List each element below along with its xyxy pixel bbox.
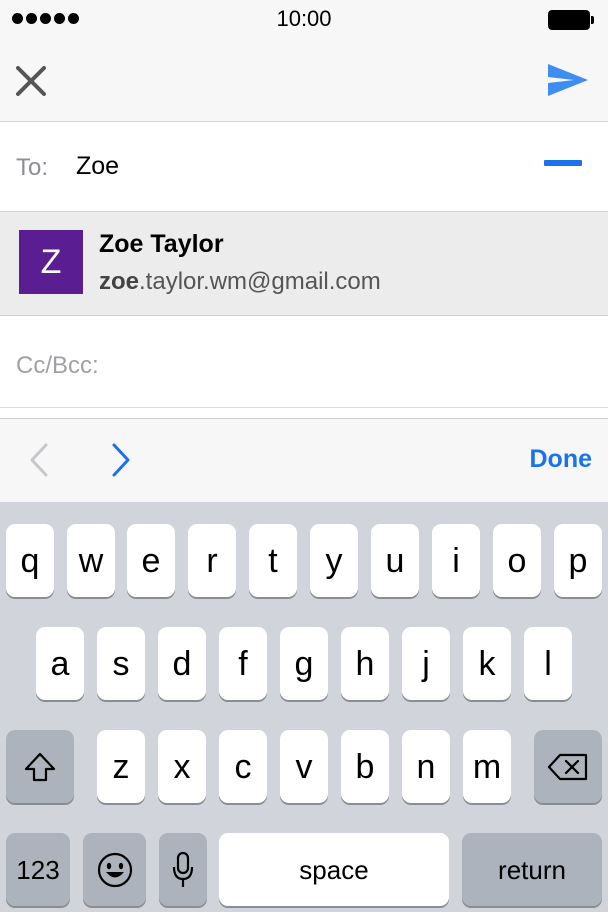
email-rest-text: .taylor.wm@gmail.com <box>139 268 381 295</box>
key-b[interactable]: b <box>341 730 389 803</box>
key-a[interactable]: a <box>36 627 84 700</box>
chevron-right-icon <box>112 443 130 477</box>
emoji-key[interactable] <box>83 833 146 906</box>
keyboard: q w e r t y u i o p a s d f g h j k l z … <box>0 502 608 912</box>
email-match-text: zoe <box>99 268 140 295</box>
battery-icon <box>548 10 594 30</box>
close-x-icon <box>16 66 46 96</box>
key-u[interactable]: u <box>371 524 419 597</box>
status-time: 10:00 <box>276 6 332 31</box>
key-k[interactable]: k <box>463 627 511 700</box>
key-v[interactable]: v <box>280 730 328 803</box>
key-j[interactable]: j <box>402 627 450 700</box>
keyboard-accessory-toolbar: Done <box>0 418 608 502</box>
key-x[interactable]: x <box>158 730 206 803</box>
contact-email: zoe.taylor.wm@gmail.com <box>99 268 381 296</box>
key-n[interactable]: n <box>402 730 450 803</box>
key-z[interactable]: z <box>97 730 145 803</box>
compose-nav-bar <box>0 40 608 122</box>
cc-bcc-field-row[interactable]: Cc/Bcc: <box>0 316 608 408</box>
key-d[interactable]: d <box>158 627 206 700</box>
delete-key[interactable] <box>534 730 602 803</box>
key-e[interactable]: e <box>127 524 175 597</box>
key-i[interactable]: i <box>432 524 480 597</box>
shift-arrow-icon <box>24 752 56 781</box>
key-y[interactable]: y <box>310 524 358 597</box>
key-m[interactable]: m <box>463 730 511 803</box>
key-s[interactable]: s <box>97 627 145 700</box>
emoji-smiley-icon <box>97 852 132 887</box>
key-h[interactable]: h <box>341 627 389 700</box>
collapse-recipients-button[interactable] <box>544 160 582 166</box>
key-l[interactable]: l <box>524 627 572 700</box>
key-r[interactable]: r <box>188 524 236 597</box>
key-g[interactable]: g <box>280 627 328 700</box>
chevron-left-icon <box>30 443 48 477</box>
next-field-button[interactable] <box>104 441 136 479</box>
key-w[interactable]: w <box>67 524 115 597</box>
key-t[interactable]: t <box>249 524 297 597</box>
contact-name: Zoe Taylor <box>99 230 224 258</box>
send-button[interactable] <box>546 62 590 102</box>
to-label: To: <box>16 154 49 181</box>
return-key[interactable]: return <box>462 833 602 906</box>
key-q[interactable]: q <box>6 524 54 597</box>
numbers-key[interactable]: 123 <box>6 833 70 906</box>
cc-bcc-label: Cc/Bcc: <box>16 352 99 379</box>
close-button[interactable] <box>12 60 52 100</box>
key-p[interactable]: p <box>554 524 602 597</box>
to-input[interactable]: Zoe <box>76 152 119 181</box>
key-f[interactable]: f <box>219 627 267 700</box>
key-o[interactable]: o <box>493 524 541 597</box>
microphone-icon <box>172 851 194 887</box>
dictation-key[interactable] <box>159 833 207 906</box>
shift-key[interactable] <box>6 730 74 803</box>
previous-field-button[interactable] <box>24 441 56 479</box>
status-bar: 10:00 <box>0 0 608 40</box>
backspace-icon <box>547 753 588 780</box>
avatar: Z <box>19 230 83 294</box>
done-button[interactable]: Done <box>530 445 593 474</box>
key-c[interactable]: c <box>219 730 267 803</box>
send-paper-plane-icon <box>548 64 588 96</box>
to-field-row[interactable]: To: Zoe <box>0 122 608 212</box>
space-key[interactable]: space <box>219 833 449 906</box>
minus-icon <box>544 160 582 166</box>
contact-suggestion[interactable]: Z Zoe Taylor zoe.taylor.wm@gmail.com <box>0 212 608 316</box>
